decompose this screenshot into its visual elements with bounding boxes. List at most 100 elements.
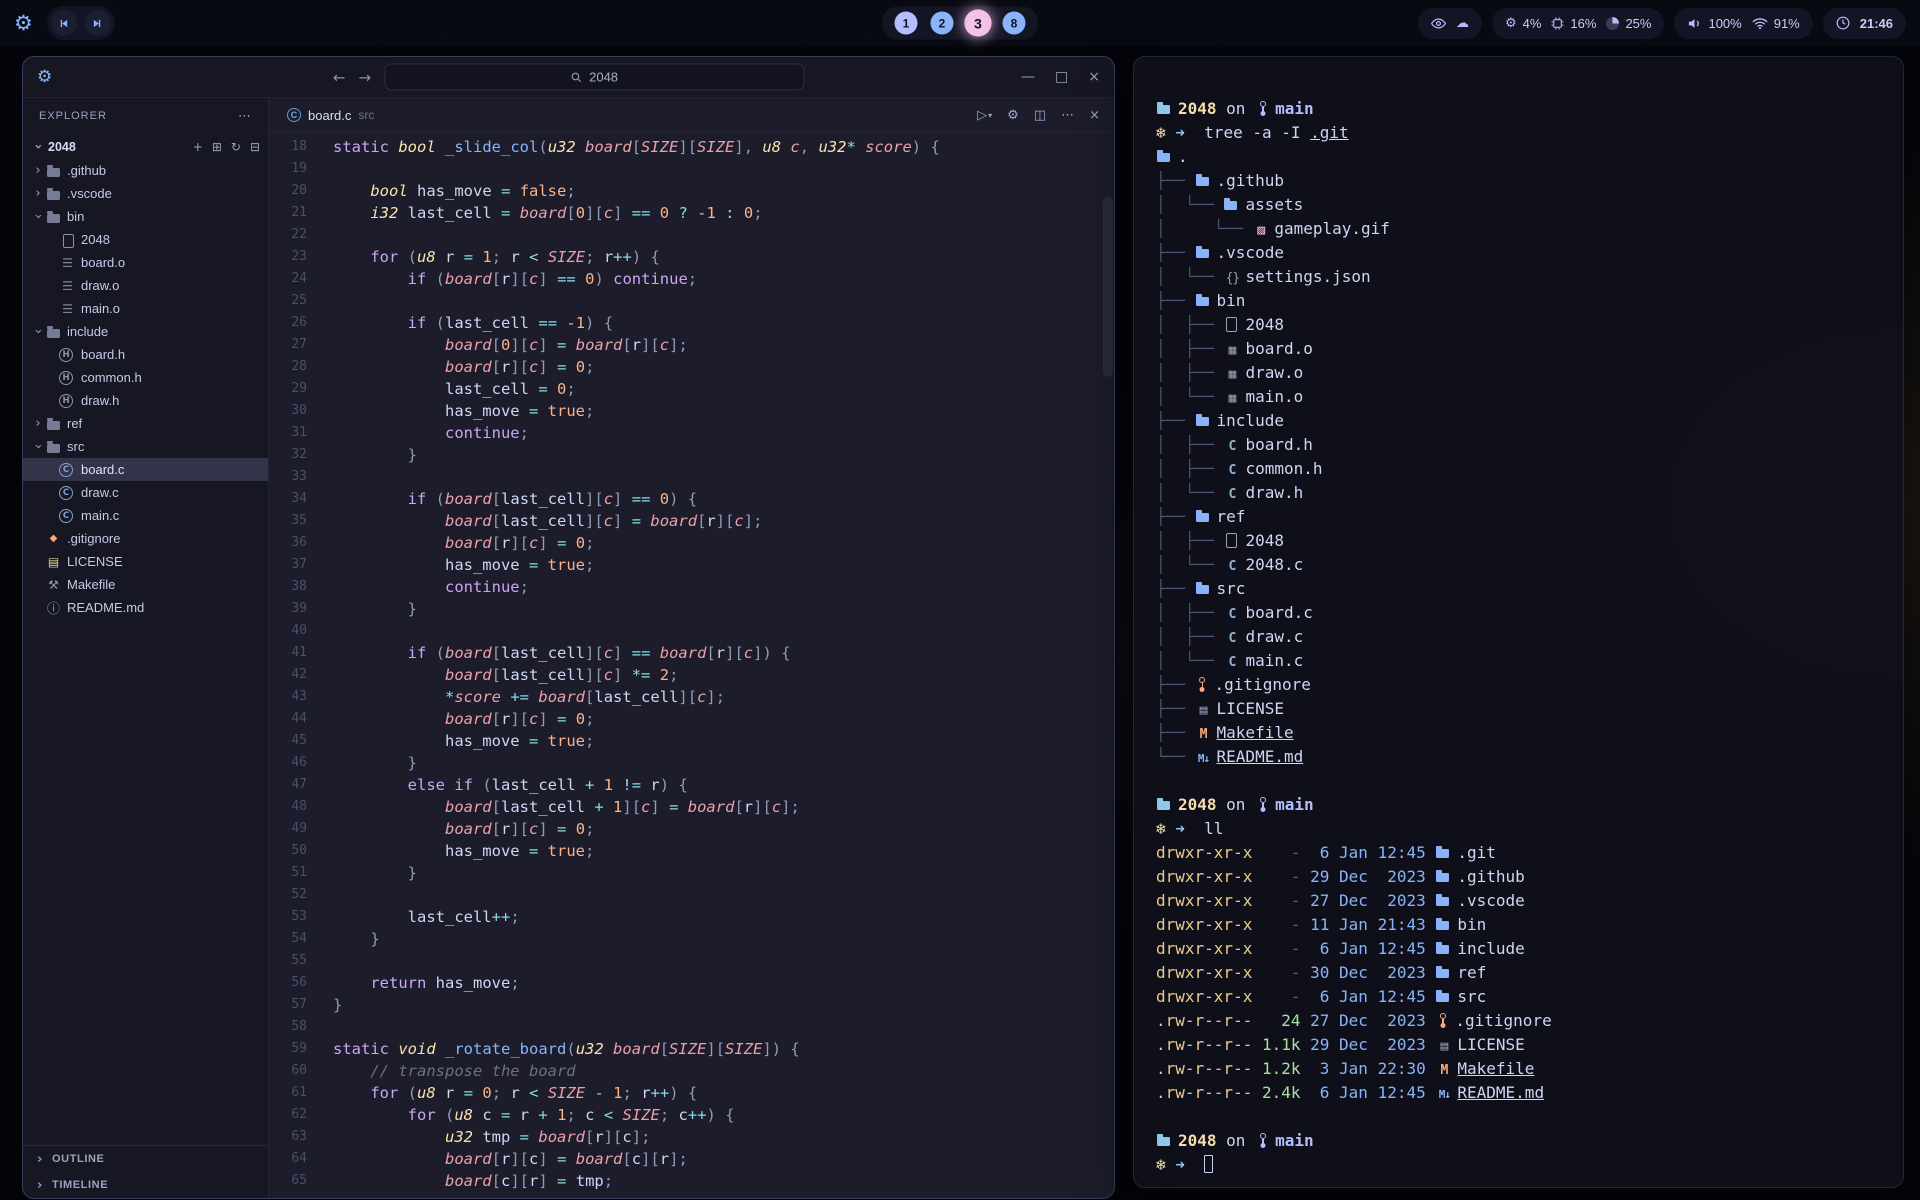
tree-item-draw.c[interactable]: Cdraw.c xyxy=(23,481,268,504)
workspace-3[interactable]: 3 xyxy=(964,9,991,36)
workspace-8[interactable]: 8 xyxy=(1003,12,1026,35)
code-line-50[interactable]: 50 has_move = true; xyxy=(269,840,1114,862)
code-line-51[interactable]: 51 } xyxy=(269,862,1114,884)
tab-board-c[interactable]: C board.c src xyxy=(281,98,380,132)
code-line-52[interactable]: 52 xyxy=(269,884,1114,906)
explorer-more-icon[interactable]: ⋯ xyxy=(238,109,252,124)
tree-item-include[interactable]: ›include xyxy=(23,320,268,343)
refresh-icon[interactable]: ↻ xyxy=(231,140,241,154)
code-line-43[interactable]: 43 *score += board[last_cell][c]; xyxy=(269,686,1114,708)
code-line-34[interactable]: 34 if (board[last_cell][c] == 0) { xyxy=(269,488,1114,510)
chevron-down-icon[interactable]: › xyxy=(31,440,46,454)
tree-item-board.o[interactable]: ☰board.o xyxy=(23,251,268,274)
tree-item-.github[interactable]: ›.github xyxy=(23,159,268,182)
code-line-24[interactable]: 24 if (board[r][c] == 0) continue; xyxy=(269,268,1114,290)
code-line-22[interactable]: 22 xyxy=(269,224,1114,246)
chevron-right-icon[interactable]: › xyxy=(31,186,45,201)
code-line-41[interactable]: 41 if (board[last_cell][c] == board[r][c… xyxy=(269,642,1114,664)
code-line-23[interactable]: 23 for (u8 r = 1; r < SIZE; r++) { xyxy=(269,246,1114,268)
tree-item-Makefile[interactable]: ⚒Makefile xyxy=(23,573,268,596)
code-line-28[interactable]: 28 board[r][c] = 0; xyxy=(269,356,1114,378)
minimize-button[interactable]: — xyxy=(1021,69,1035,85)
code-line-60[interactable]: 60 // transpose the board xyxy=(269,1060,1114,1082)
tree-item-.gitignore[interactable]: ◆.gitignore xyxy=(23,527,268,550)
workspace-2[interactable]: 2 xyxy=(931,12,954,35)
code-line-65[interactable]: 65 board[c][r] = tmp; xyxy=(269,1170,1114,1192)
code-line-33[interactable]: 33 xyxy=(269,466,1114,488)
editor-scrollbar[interactable] xyxy=(1103,133,1113,1198)
terminal-window[interactable]: 2048 on main❄ ➜ tree -a -I .git.├── .git… xyxy=(1133,56,1904,1188)
code-line-53[interactable]: 53 last_cell++; xyxy=(269,906,1114,928)
wifi-stat[interactable]: 91% xyxy=(1752,16,1800,31)
code-line-40[interactable]: 40 xyxy=(269,620,1114,642)
more-actions-icon[interactable]: ⋯ xyxy=(1061,108,1074,123)
code-line-44[interactable]: 44 board[r][c] = 0; xyxy=(269,708,1114,730)
history-back-button[interactable]: ← xyxy=(333,68,346,86)
code-line-26[interactable]: 26 if (last_cell == -1) { xyxy=(269,312,1114,334)
project-root-row[interactable]: › 2048 + ⊞ ↻ ⊟ xyxy=(23,134,268,159)
tree-item-2048[interactable]: 2048 xyxy=(23,228,268,251)
split-editor-icon[interactable]: ◫ xyxy=(1034,108,1046,123)
new-folder-icon[interactable]: ⊞ xyxy=(212,140,222,154)
code-line-54[interactable]: 54 } xyxy=(269,928,1114,950)
code-line-45[interactable]: 45 has_move = true; xyxy=(269,730,1114,752)
media-prev-button[interactable] xyxy=(51,10,77,36)
code-line-63[interactable]: 63 u32 tmp = board[r][c]; xyxy=(269,1126,1114,1148)
tree-item-draw.o[interactable]: ☰draw.o xyxy=(23,274,268,297)
code-line-49[interactable]: 49 board[r][c] = 0; xyxy=(269,818,1114,840)
workspace-1[interactable]: 1 xyxy=(895,12,918,35)
code-line-29[interactable]: 29 last_cell = 0; xyxy=(269,378,1114,400)
tree-item-common.h[interactable]: Hcommon.h xyxy=(23,366,268,389)
tree-item-.vscode[interactable]: ›.vscode xyxy=(23,182,268,205)
code-line-48[interactable]: 48 board[last_cell + 1][c] = board[r][c]… xyxy=(269,796,1114,818)
tree-item-LICENSE[interactable]: ▤LICENSE xyxy=(23,550,268,573)
tree-item-board.h[interactable]: Hboard.h xyxy=(23,343,268,366)
code-line-36[interactable]: 36 board[r][c] = 0; xyxy=(269,532,1114,554)
close-editor-icon[interactable]: × xyxy=(1089,108,1100,123)
code-area[interactable]: 18static bool _slide_col(u32 board[SIZE]… xyxy=(269,133,1114,1198)
tree-item-README.md[interactable]: ⓘREADME.md xyxy=(23,596,268,619)
settings-gear-icon[interactable]: ⚙ xyxy=(1007,108,1019,123)
code-line-31[interactable]: 31 continue; xyxy=(269,422,1114,444)
close-button[interactable]: × xyxy=(1088,69,1100,85)
code-line-55[interactable]: 55 xyxy=(269,950,1114,972)
tree-item-main.o[interactable]: ☰main.o xyxy=(23,297,268,320)
system-logo-icon[interactable]: ⚙ xyxy=(14,13,33,34)
code-line-18[interactable]: 18static bool _slide_col(u32 board[SIZE]… xyxy=(269,136,1114,158)
run-button[interactable]: ▷▾ xyxy=(977,108,992,123)
code-line-58[interactable]: 58 xyxy=(269,1016,1114,1038)
tree-item-draw.h[interactable]: Hdraw.h xyxy=(23,389,268,412)
code-line-38[interactable]: 38 continue; xyxy=(269,576,1114,598)
tree-item-main.c[interactable]: Cmain.c xyxy=(23,504,268,527)
code-line-32[interactable]: 32 } xyxy=(269,444,1114,466)
code-line-39[interactable]: 39 } xyxy=(269,598,1114,620)
volume-stat[interactable]: 100% xyxy=(1687,16,1741,31)
code-line-30[interactable]: 30 has_move = true; xyxy=(269,400,1114,422)
chevron-down-icon[interactable]: › xyxy=(31,210,46,224)
code-line-21[interactable]: 21 i32 last_cell = board[0][c] == 0 ? -1… xyxy=(269,202,1114,224)
outline-panel[interactable]: › OUTLINE xyxy=(23,1146,268,1172)
code-line-46[interactable]: 46 } xyxy=(269,752,1114,774)
scrollbar-thumb[interactable] xyxy=(1103,197,1113,377)
timeline-panel[interactable]: › TIMELINE xyxy=(23,1172,268,1198)
history-forward-button[interactable]: → xyxy=(359,68,372,86)
collapse-all-icon[interactable]: ⊟ xyxy=(250,140,260,154)
clock-widget[interactable]: 21:46 xyxy=(1823,8,1906,39)
code-line-57[interactable]: 57} xyxy=(269,994,1114,1016)
code-line-35[interactable]: 35 board[last_cell][c] = board[r][c]; xyxy=(269,510,1114,532)
code-line-47[interactable]: 47 else if (last_cell + 1 != r) { xyxy=(269,774,1114,796)
tree-item-board.c[interactable]: Cboard.c xyxy=(23,458,268,481)
maximize-button[interactable]: □ xyxy=(1055,69,1068,85)
code-line-25[interactable]: 25 xyxy=(269,290,1114,312)
code-line-20[interactable]: 20 bool has_move = false; xyxy=(269,180,1114,202)
code-line-64[interactable]: 64 board[r][c] = board[c][r]; xyxy=(269,1148,1114,1170)
code-line-42[interactable]: 42 board[last_cell][c] *= 2; xyxy=(269,664,1114,686)
code-line-62[interactable]: 62 for (u8 c = r + 1; c < SIZE; c++) { xyxy=(269,1104,1114,1126)
tree-item-bin[interactable]: ›bin xyxy=(23,205,268,228)
code-line-27[interactable]: 27 board[0][c] = board[r][c]; xyxy=(269,334,1114,356)
tree-item-src[interactable]: ›src xyxy=(23,435,268,458)
code-line-61[interactable]: 61 for (u8 r = 0; r < SIZE - 1; r++) { xyxy=(269,1082,1114,1104)
code-line-19[interactable]: 19 xyxy=(269,158,1114,180)
weather-widget[interactable]: ☁ xyxy=(1418,8,1482,39)
chevron-down-icon[interactable]: › xyxy=(31,325,46,339)
